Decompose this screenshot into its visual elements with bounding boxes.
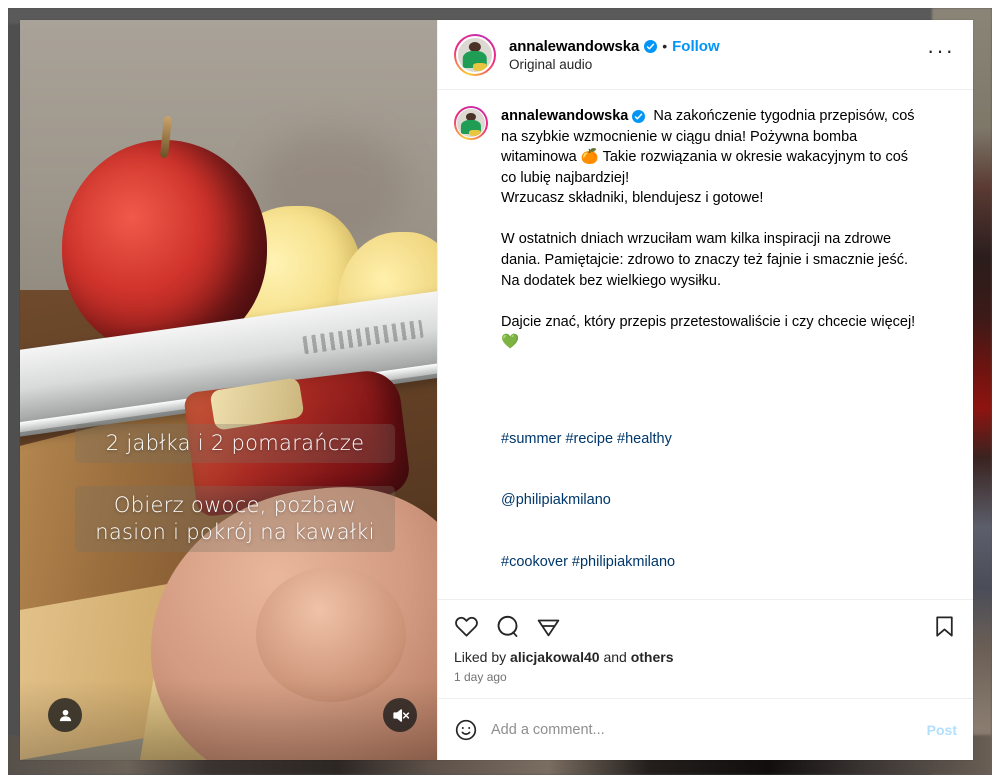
caption-username[interactable]: annalewandowska [501, 108, 628, 124]
person-tag-icon[interactable] [48, 698, 82, 732]
post-actions: Liked by alicjakowal40 and others 1 day … [438, 599, 973, 698]
liked-by-others[interactable]: others [631, 649, 674, 665]
hashtags-line-3[interactable]: #cookover #philipiakmilano [501, 552, 926, 573]
add-comment-bar: Post [438, 698, 973, 760]
liked-by-username[interactable]: alicjakowal40 [510, 649, 600, 665]
heart-outline-icon[interactable] [454, 614, 479, 639]
caption-avatar[interactable] [454, 106, 488, 140]
caption-text: annalewandowska Na zakończenie tygodnia … [501, 106, 926, 374]
avatar-lower [469, 130, 481, 137]
caption-hashtags: #summer #recipe #healthy @philipiakmilan… [501, 388, 926, 599]
avatar[interactable] [454, 33, 496, 76]
reel-video-player[interactable]: 2 jabłka i 2 pomarańcze Obierz owoce, po… [20, 20, 437, 760]
header-separator: • [662, 38, 668, 54]
reel-overlay-caption-2: Obierz owoce, pozbaw nasion i pokrój na … [75, 486, 395, 552]
smiley-face-icon[interactable] [454, 718, 478, 742]
header-username-row: annalewandowska • Follow [509, 38, 720, 55]
header-meta: annalewandowska • Follow Original audio [509, 38, 720, 72]
action-icon-row [454, 610, 957, 647]
video-bottom-shadow [20, 680, 437, 760]
comment-bubble-icon[interactable] [495, 614, 520, 639]
more-options-button[interactable]: ··· [925, 39, 957, 65]
post-comment-button[interactable]: Post [927, 722, 957, 738]
follow-button[interactable]: Follow [672, 38, 720, 55]
reel-video-frame [20, 20, 437, 760]
green-heart-emoji: 💚 [501, 334, 520, 351]
post-time-ago: 1 day ago [454, 670, 507, 684]
post-header: annalewandowska • Follow Original audio … [438, 20, 973, 90]
verified-badge-icon [644, 39, 658, 53]
comment-input[interactable] [491, 721, 914, 738]
caption-text-column: annalewandowska Na zakończenie tygodnia … [501, 106, 957, 599]
avatar-image [456, 35, 494, 74]
caption-text-part2: Takie rozwiązania w okresie wakacyjnym t… [501, 149, 916, 330]
speaker-muted-icon[interactable] [383, 698, 417, 732]
comments-region[interactable]: annalewandowska Na zakończenie tygodnia … [438, 90, 973, 599]
liked-by-line: Liked by alicjakowal40 and others [454, 649, 957, 665]
caption-avatar-image [456, 108, 486, 138]
post-info-pane: annalewandowska • Follow Original audio … [437, 20, 973, 760]
header-username[interactable]: annalewandowska [509, 38, 639, 55]
reel-overlay-caption-1: 2 jabłka i 2 pomarańcze [75, 424, 395, 463]
original-audio-label[interactable]: Original audio [509, 57, 720, 72]
bookmark-outline-icon[interactable] [932, 614, 957, 639]
post-dialog: 2 jabłka i 2 pomarańcze Obierz owoce, po… [20, 20, 973, 760]
verified-badge-icon [632, 110, 646, 123]
mention-line[interactable]: @philipiakmilano [501, 490, 926, 511]
hashtags-line-1[interactable]: #summer #recipe #healthy [501, 429, 926, 450]
orange-emoji: 🍊 [580, 149, 599, 166]
liked-by-prefix: Liked by [454, 649, 511, 665]
caption-block: annalewandowska Na zakończenie tygodnia … [454, 106, 957, 599]
liked-by-mid: and [599, 649, 631, 665]
avatar-lower [472, 63, 487, 71]
share-paperplane-icon[interactable] [536, 614, 561, 639]
